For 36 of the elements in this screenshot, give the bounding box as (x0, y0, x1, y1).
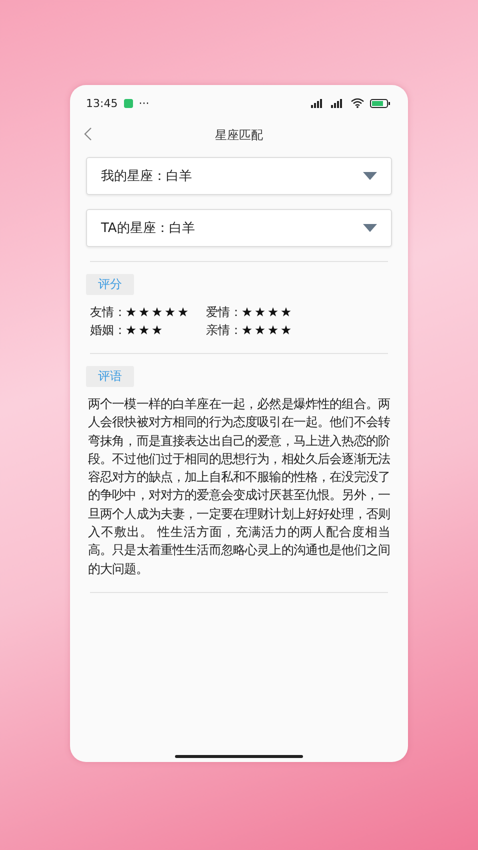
star-icon (268, 307, 278, 317)
star-icon (126, 325, 136, 335)
star-icon (281, 307, 291, 317)
star-icon (255, 307, 265, 317)
star-icon (255, 325, 265, 335)
wifi-icon (351, 98, 364, 108)
star-icon (126, 307, 136, 317)
star-icon (152, 307, 162, 317)
signal-icon (331, 98, 345, 108)
star-icon (139, 325, 149, 335)
rating-label: 亲情： (206, 322, 242, 338)
section-label: 评语 (86, 366, 134, 387)
star-icon (178, 307, 188, 317)
page-title: 星座匹配 (215, 126, 263, 144)
back-icon[interactable] (84, 127, 92, 141)
dropdown-arrow-icon (363, 172, 377, 180)
star-icon (268, 325, 278, 335)
star-icon (139, 307, 149, 317)
dropdown-arrow-icon (363, 224, 377, 232)
section-label: 评分 (86, 274, 134, 295)
signal-icon (311, 98, 325, 108)
star-icon (152, 325, 162, 335)
star-icon (242, 307, 252, 317)
zodiac-dropdown[interactable]: 我的星座：白羊 (86, 157, 392, 195)
rating-label: 婚姻： (90, 322, 126, 338)
rating-label: 友情： (90, 304, 126, 320)
battery-icon (370, 98, 392, 108)
star-icon (242, 325, 252, 335)
app-notification-icon (124, 98, 133, 108)
comment-paragraph: 两个一模一样的白羊座在一起，必然是爆炸性的组合。两人会很快被对方相同的行为态度吸引在一起。他们不会转弯抹角，而是直接表达出自己的爱意，马上进入热恋的阶段。不过他们过于相同的思想行为，相处久后会逐渐无法容忍对方的缺点，加上自私和不服输的性格，在没完没了的争吵中，对对方的爱意会变成讨厌甚至仇恨。另外，一旦两个人成为夫妻，一定要在理财计划上好好处理，否则入不敷出。 性生活方面，充满活力的两人配合度相当高。只是太着重性生活而忽略心灵上的沟通也是他们之间的大问题。 (88, 395, 390, 578)
rating-label: 爱情： (206, 304, 242, 320)
star-icon (165, 307, 175, 317)
star-icon (281, 325, 291, 335)
status-time: 13:45 (86, 96, 118, 110)
status-more: ··· (138, 96, 150, 110)
zodiac-dropdown[interactable]: TA的星座：白羊 (86, 209, 392, 247)
